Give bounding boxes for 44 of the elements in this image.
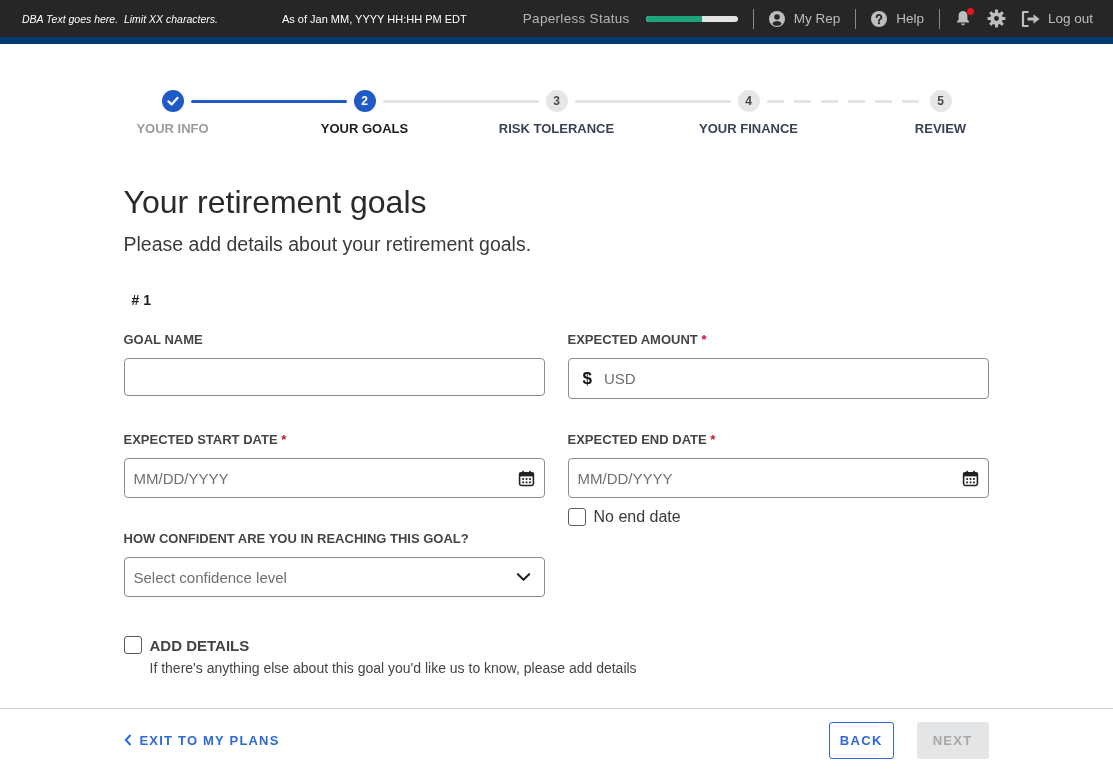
timestamp-text: As of Jan MM, YYYY HH:HH PM EDT [281, 12, 467, 25]
help-link[interactable]: Help [871, 10, 924, 27]
page-subtitle: Please add details about your retirement goals. [123, 232, 533, 256]
help-icon [871, 10, 888, 27]
dba-text: DBA Text goes here. Limit XX characters. [22, 12, 218, 25]
step-label: YOUR INFO [136, 121, 209, 137]
step-label: YOUR GOALS [320, 121, 409, 137]
step-number: 5 [929, 90, 952, 112]
field-label: HOW CONFIDENT ARE YOU IN REACHING THIS GOAL? [123, 531, 469, 547]
exit-link[interactable]: EXIT TO MY PLANS [123, 732, 280, 748]
chevron-down-icon [515, 572, 531, 582]
step-label: REVIEW [914, 121, 967, 137]
field-label: EXPECTED END DATE * [567, 432, 716, 448]
step-number: 4 [737, 90, 760, 112]
step-number: 2 [353, 90, 376, 112]
calendar-icon [517, 469, 535, 487]
back-button[interactable]: BACK [828, 721, 894, 759]
logout-icon [1019, 9, 1041, 28]
goal-number: # 1 [131, 291, 151, 309]
step-number: 3 [545, 90, 568, 112]
chevron-left-icon [123, 734, 132, 746]
amount-field[interactable]: $ USD [567, 358, 989, 399]
field-label: GOAL NAME [123, 332, 203, 348]
page-title: Your retirement goals [123, 184, 428, 220]
step-label: RISK TOLERANCE [498, 121, 615, 137]
logout-link[interactable]: Log out [1019, 9, 1093, 28]
settings-icon[interactable] [986, 9, 1006, 28]
helper-text: If there's anything else about this goal you'd like us to know, please add details [149, 660, 638, 676]
checkbox[interactable] [123, 636, 142, 654]
calendar-icon [961, 469, 979, 487]
bell-icon[interactable] [954, 10, 971, 27]
date-field[interactable]: MM/DD/YYYY [123, 458, 545, 498]
paperless-status-label: Paperless Status [522, 11, 630, 26]
user-icon [768, 10, 785, 27]
field-label: EXPECTED AMOUNT * [567, 332, 707, 348]
step-label: YOUR FINANCE [699, 121, 798, 137]
checkbox-label: No end date [593, 508, 681, 526]
field-label: EXPECTED START DATE * [123, 432, 287, 448]
input-field[interactable] [123, 358, 545, 396]
my-rep-link[interactable]: My Rep [768, 10, 841, 27]
checkbox[interactable] [567, 508, 586, 526]
date-field[interactable]: MM/DD/YYYY [567, 458, 989, 498]
select-field[interactable]: Select confidence level [123, 557, 545, 597]
checkbox-label: ADD DETAILS [149, 636, 250, 654]
